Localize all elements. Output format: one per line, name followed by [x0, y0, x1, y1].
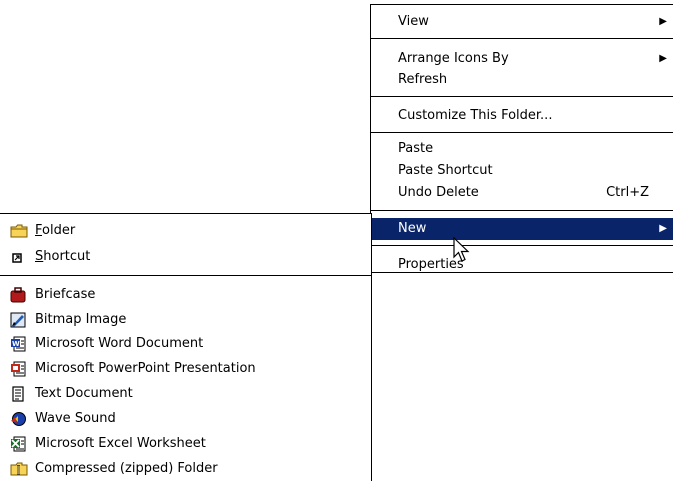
submenu-item-label: Wave Sound	[35, 411, 116, 426]
powerpoint-icon	[10, 361, 26, 377]
menu-item-undo-delete[interactable]: Undo Delete Ctrl+Z	[371, 182, 673, 204]
menu-item-label: Arrange Icons By	[398, 51, 509, 66]
submenu-item-zip-folder[interactable]: Compressed (zipped) Folder	[0, 458, 371, 480]
submenu-arrow-icon: ▶	[659, 223, 667, 234]
mnemonic: F	[35, 223, 43, 238]
text-document-icon	[10, 386, 26, 402]
submenu-item-word-document[interactable]: W Microsoft Word Document	[0, 333, 371, 355]
menu-item-properties[interactable]: Properties	[371, 254, 673, 276]
menu-item-label: New	[398, 221, 427, 236]
submenu-item-label: Compressed (zipped) Folder	[35, 461, 218, 476]
submenu-item-label: Microsoft Excel Worksheet	[35, 436, 206, 451]
submenu-item-label: Text Document	[35, 386, 133, 401]
shortcut-icon	[10, 249, 26, 265]
new-submenu: Folder Shortcut Briefcase Bitmap Image W…	[0, 213, 372, 481]
bitmap-icon	[10, 312, 26, 328]
submenu-item-text-document[interactable]: Text Document	[0, 383, 371, 405]
word-document-icon: W	[10, 336, 26, 352]
menu-item-label: Paste Shortcut	[398, 163, 493, 178]
menu-item-paste-shortcut[interactable]: Paste Shortcut	[371, 160, 673, 182]
submenu-item-label: Microsoft Word Document	[35, 336, 204, 351]
menu-item-customize-folder[interactable]: Customize This Folder...	[371, 105, 673, 127]
menu-item-view[interactable]: View ▶	[371, 11, 673, 33]
submenu-arrow-icon: ▶	[659, 16, 667, 27]
wave-sound-icon	[10, 411, 26, 427]
menu-separator	[371, 96, 673, 97]
mouse-pointer-icon	[453, 237, 470, 262]
menu-separator	[371, 132, 673, 133]
folder-icon	[10, 223, 28, 239]
menu-item-new[interactable]: New ▶	[371, 218, 673, 240]
context-menu: View ▶ Arrange Icons By ▶ Refresh Custom…	[370, 4, 673, 273]
submenu-item-label: hortcut	[43, 249, 91, 264]
menu-item-paste[interactable]: Paste	[371, 138, 673, 160]
submenu-item-wave-sound[interactable]: Wave Sound	[0, 408, 371, 430]
menu-item-label: Paste	[398, 141, 434, 156]
submenu-item-label: Bitmap Image	[35, 312, 127, 327]
menu-item-arrange-icons-by[interactable]: Arrange Icons By ▶	[371, 48, 673, 70]
submenu-item-label: Microsoft PowerPoint Presentation	[35, 361, 256, 376]
submenu-item-powerpoint[interactable]: Microsoft PowerPoint Presentation	[0, 358, 371, 380]
menu-item-label: Undo Delete	[398, 185, 479, 200]
submenu-item-folder[interactable]: Folder	[0, 220, 371, 242]
submenu-item-briefcase[interactable]: Briefcase	[0, 284, 371, 306]
menu-item-label: Refresh	[398, 72, 448, 87]
svg-text:W: W	[12, 340, 20, 348]
submenu-item-label: older	[42, 223, 76, 238]
menu-separator	[371, 38, 673, 39]
menu-item-refresh[interactable]: Refresh	[371, 69, 673, 91]
menu-separator	[371, 245, 673, 246]
excel-icon	[10, 436, 26, 452]
menu-item-label: Customize This Folder...	[398, 108, 553, 123]
menu-separator	[0, 275, 371, 276]
submenu-item-excel[interactable]: Microsoft Excel Worksheet	[0, 433, 371, 455]
zip-folder-icon	[10, 461, 28, 477]
submenu-arrow-icon: ▶	[659, 53, 667, 64]
submenu-item-label: Briefcase	[35, 287, 96, 302]
submenu-item-bitmap[interactable]: Bitmap Image	[0, 309, 371, 331]
menu-item-label: View	[398, 14, 429, 29]
briefcase-icon	[10, 287, 26, 303]
menu-separator	[371, 210, 673, 211]
menu-item-shortcut: Ctrl+Z	[606, 185, 649, 200]
submenu-item-shortcut[interactable]: Shortcut	[0, 246, 371, 268]
